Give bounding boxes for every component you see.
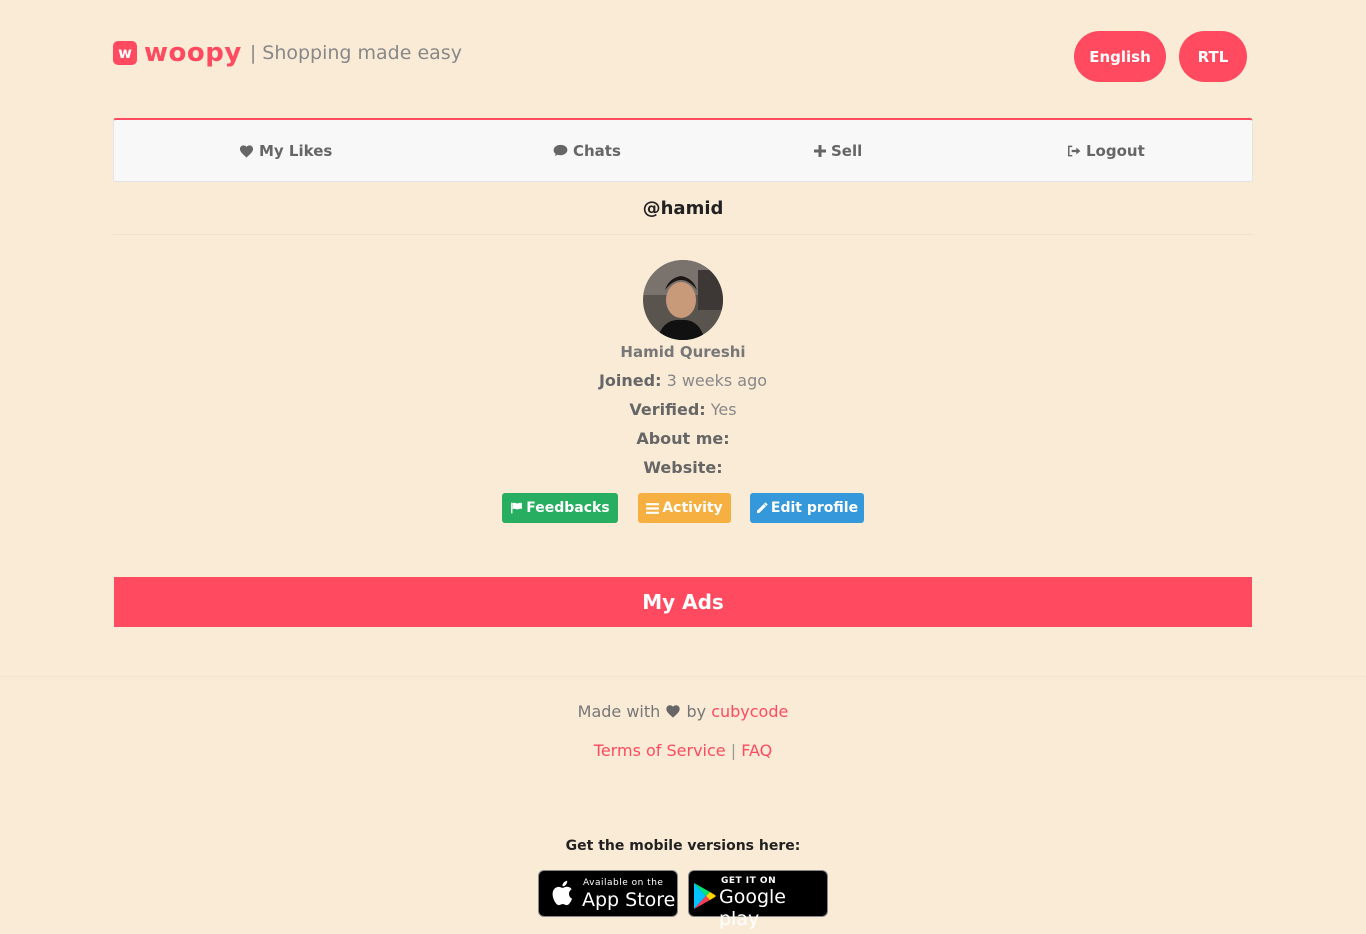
profile-website: Website:	[0, 458, 1366, 477]
profile-name: Hamid Qureshi	[620, 343, 746, 361]
my-ads-header: My Ads	[114, 577, 1252, 627]
by-text: by	[686, 702, 707, 721]
made-with-text: Made with	[577, 702, 661, 721]
profile-joined: Joined: 3 weeks ago	[0, 371, 1366, 390]
nav-label: Sell	[831, 141, 863, 160]
heart-icon	[666, 705, 681, 718]
nav-sell[interactable]: Sell	[814, 120, 862, 181]
footer-divider	[0, 676, 1366, 677]
profile-verified: Verified: Yes	[0, 400, 1366, 419]
nav-my-likes[interactable]: My Likes	[239, 120, 332, 181]
feedbacks-button[interactable]: Feedbacks	[502, 493, 618, 523]
links-separator: |	[730, 741, 737, 760]
author-link[interactable]: cubycode	[711, 702, 788, 721]
avatar	[643, 260, 723, 340]
joined-label: Joined:	[598, 371, 662, 390]
plus-icon	[814, 144, 826, 157]
google-play-icon	[694, 883, 716, 909]
profile-username: @hamid	[642, 198, 724, 219]
activity-label: Activity	[662, 500, 723, 516]
terms-link[interactable]: Terms of Service	[594, 741, 726, 760]
nav-label: Logout	[1086, 141, 1145, 160]
apple-icon	[552, 880, 573, 906]
sign-out-icon	[1068, 145, 1081, 156]
flag-icon	[511, 502, 523, 514]
rtl-button[interactable]: RTL	[1179, 31, 1247, 82]
footer-links: Terms of Service | FAQ	[0, 741, 1366, 760]
app-store-big-text: App Store	[582, 889, 676, 911]
about-label: About me:	[636, 429, 730, 448]
mobile-versions-text: Get the mobile versions here:	[565, 838, 801, 854]
divider	[113, 234, 1253, 235]
heart-icon	[239, 144, 254, 158]
activity-button[interactable]: Activity	[638, 493, 731, 523]
feedbacks-label: Feedbacks	[526, 500, 610, 516]
google-play-badge[interactable]: GET IT ON Google play	[688, 870, 828, 930]
tagline: | Shopping made easy	[249, 42, 462, 64]
logo-mark-icon: w	[113, 41, 137, 65]
verified-label: Verified:	[629, 400, 706, 419]
edit-profile-label: Edit profile	[770, 500, 859, 516]
google-play-big-text: Google play	[719, 886, 787, 930]
app-store-badge[interactable]: Available on the App Store	[538, 870, 678, 917]
nav-logout[interactable]: Logout	[1067, 120, 1145, 181]
faq-link[interactable]: FAQ	[741, 741, 772, 760]
nav-chats[interactable]: Chats	[553, 120, 621, 181]
app-store-small-text: Available on the	[583, 878, 664, 888]
brand-name: woopy	[144, 38, 242, 68]
made-with: Made with by cubycode	[0, 702, 1366, 721]
nav-label: My Likes	[259, 141, 333, 160]
google-play-small-text: GET IT ON	[721, 876, 777, 886]
joined-value: 3 weeks ago	[666, 371, 768, 390]
website-label: Website:	[643, 458, 723, 477]
navbar: My Likes Chats Sell Logout	[113, 118, 1253, 182]
verified-value: Yes	[710, 400, 737, 419]
profile-about: About me:	[0, 429, 1366, 448]
header: w woopy | Shopping made easy English RTL	[113, 31, 1253, 84]
logo[interactable]: w woopy | Shopping made easy	[113, 38, 462, 68]
nav-label: Chats	[573, 141, 621, 160]
edit-profile-button[interactable]: Edit profile	[750, 493, 864, 523]
english-button[interactable]: English	[1074, 31, 1166, 82]
comment-icon	[553, 144, 568, 157]
pencil-icon	[756, 502, 768, 513]
list-icon	[646, 502, 660, 514]
